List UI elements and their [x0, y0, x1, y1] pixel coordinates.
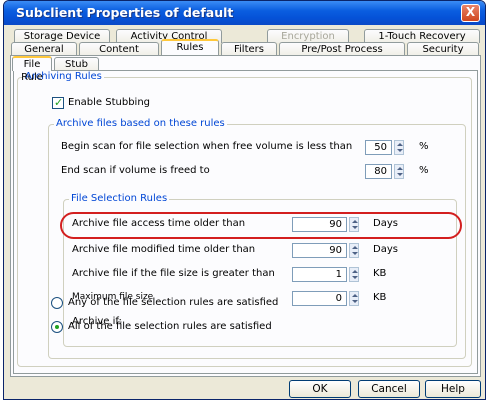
tab-pre-post-process[interactable]: Pre/Post Process [279, 42, 405, 56]
archive-files-group-label: Archive files based on these rules [54, 118, 227, 129]
modified-time-spinner[interactable] [349, 243, 359, 258]
file-size-input[interactable]: 1 [292, 267, 347, 282]
cancel-button[interactable]: Cancel [358, 380, 420, 398]
any-rule-label: Any of the file selection rules are sati… [68, 297, 279, 308]
checkmark-icon: ✓ [54, 96, 64, 109]
file-size-spinner[interactable] [349, 267, 359, 282]
file-size-unit: KB [373, 268, 387, 279]
close-button[interactable]: X [461, 4, 480, 22]
tab-general[interactable]: General [11, 42, 77, 56]
begin-scan-label: Begin scan for file selection when free … [61, 141, 353, 152]
tab-rules[interactable]: Rules [161, 39, 219, 55]
subtab-file-rule[interactable]: File Rule [12, 56, 52, 83]
tab-encryption: Encryption [267, 29, 349, 43]
ok-button[interactable]: OK [289, 380, 351, 398]
begin-scan-spinner[interactable] [394, 140, 404, 155]
end-scan-unit: % [419, 165, 429, 176]
max-file-size-input[interactable]: 0 [292, 291, 347, 306]
max-file-size-spinner[interactable] [349, 291, 359, 306]
window-title: Subclient Properties of default [16, 5, 234, 20]
tab-1-touch-recovery[interactable]: 1-Touch Recovery [364, 29, 480, 43]
tab-security[interactable]: Security [407, 42, 479, 56]
begin-scan-unit: % [419, 141, 429, 152]
tab-filters[interactable]: Filters [221, 42, 277, 56]
tab-storage-device[interactable]: Storage Device [14, 29, 110, 43]
end-scan-spinner[interactable] [394, 164, 404, 179]
dialog-window: Subclient Properties of default X Storag… [3, 0, 486, 400]
file-selection-rules-label: File Selection Rules [69, 193, 170, 204]
file-size-label: Archive file if the file size is greater… [72, 268, 275, 279]
enable-stubbing-label: Enable Stubbing [68, 97, 151, 108]
begin-scan-input[interactable]: 50 [365, 140, 392, 155]
enable-stubbing-checkbox[interactable]: ✓ [52, 96, 64, 109]
help-button[interactable]: Help [425, 380, 481, 398]
tab-content[interactable]: Content [79, 42, 159, 56]
all-rules-label: All of the file selection rules are sati… [68, 321, 272, 332]
max-file-size-unit: KB [373, 292, 387, 303]
all-rules-radio[interactable] [51, 321, 63, 333]
highlight-ellipse [60, 212, 462, 239]
title-bar[interactable]: Subclient Properties of default X [4, 1, 485, 25]
modified-time-input[interactable]: 90 [292, 243, 347, 258]
modified-time-label: Archive file modified time older than [72, 244, 256, 255]
modified-time-unit: Days [373, 244, 398, 255]
end-scan-label: End scan if volume is freed to [61, 165, 210, 176]
end-scan-input[interactable]: 80 [365, 164, 392, 179]
any-rule-radio[interactable] [51, 297, 63, 309]
